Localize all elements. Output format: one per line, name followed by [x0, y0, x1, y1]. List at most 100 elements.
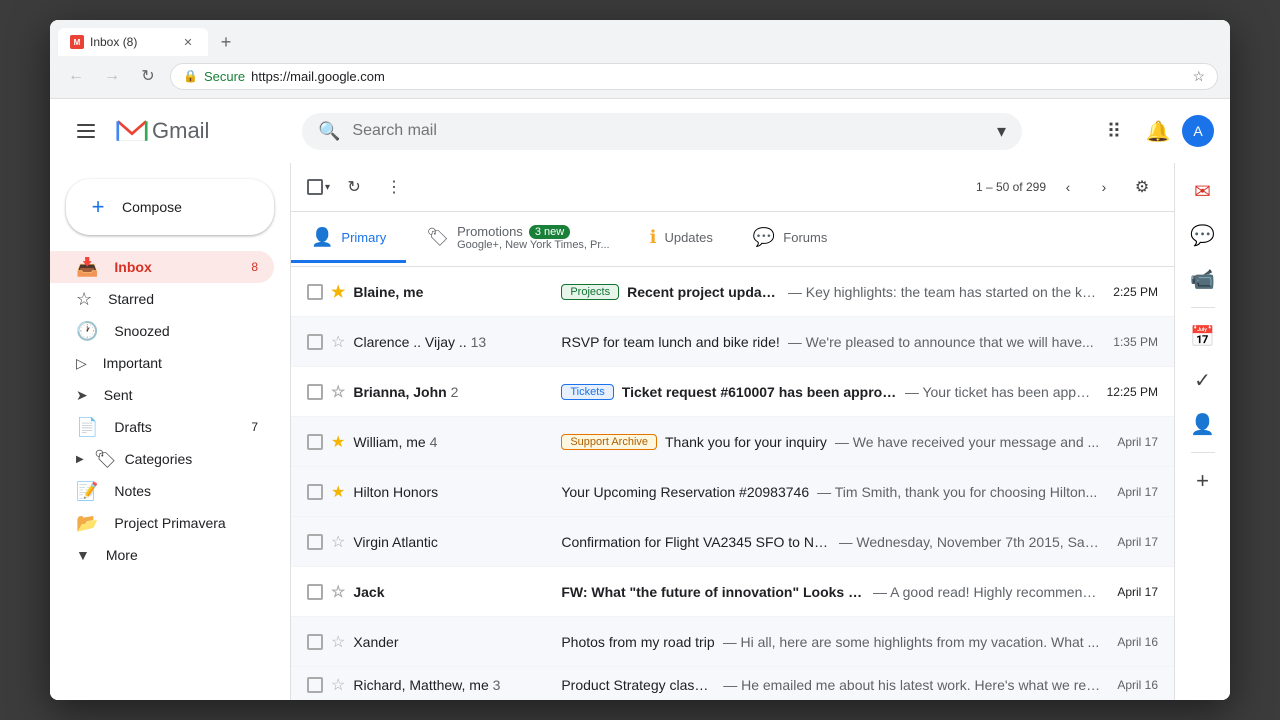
select-all-checkbox[interactable] [307, 179, 323, 195]
gmail-logo-icon [116, 119, 148, 143]
pagination-next[interactable]: › [1090, 173, 1118, 201]
settings-button[interactable]: ⚙ [1126, 171, 1158, 203]
gmail-app-name: Gmail [152, 118, 209, 144]
email-checkbox[interactable] [307, 484, 323, 500]
email-body: Tickets Ticket request #610007 has been … [561, 384, 1090, 400]
sidebar-item-notes[interactable]: 📝 Notes [50, 475, 274, 507]
active-tab[interactable]: M Inbox (8) ✕ [58, 28, 208, 56]
add-app-button[interactable]: + [1183, 461, 1223, 501]
tab-forums[interactable]: 💬 Forums [733, 215, 847, 263]
hamburger-menu[interactable] [66, 111, 106, 151]
star-icon[interactable]: ☆ [331, 632, 345, 652]
email-row[interactable]: ★ William, me 4 Support Archive Thank yo… [291, 417, 1174, 467]
email-sender: William, me 4 [353, 434, 553, 450]
starred-icon: ☆ [76, 289, 92, 310]
tab-primary[interactable]: 👤 Primary [291, 215, 406, 263]
more-options-button[interactable]: ⋮ [378, 171, 410, 203]
inbox-toolbar: ▾ ↻ ⋮ 1 – 50 of 299 ‹ › ⚙ [291, 163, 1174, 212]
calendar-icon[interactable]: 📅 [1183, 316, 1223, 356]
browser-window: M Inbox (8) ✕ + ← → ↻ 🔒 Secure https://m… [50, 20, 1230, 700]
pagination-prev[interactable]: ‹ [1054, 173, 1082, 201]
email-checkbox[interactable] [307, 584, 323, 600]
tasks-icon[interactable]: ✓ [1183, 360, 1223, 400]
select-dropdown-arrow[interactable]: ▾ [325, 182, 330, 193]
tab-title: Inbox (8) [90, 35, 137, 49]
sidebar-item-sent[interactable]: ➤ Sent [50, 379, 274, 411]
email-checkbox[interactable] [307, 384, 323, 400]
url-bar[interactable]: 🔒 Secure https://mail.google.com ☆ [170, 63, 1218, 90]
email-checkbox[interactable] [307, 284, 323, 300]
email-checkbox[interactable] [307, 634, 323, 650]
sidebar-item-more[interactable]: ▼ More [50, 539, 274, 571]
email-body: Product Strategy classes — He emailed me… [561, 677, 1101, 693]
main-content: + Compose 📥 Inbox 8 ☆ Starred [50, 163, 1230, 700]
email-checkbox[interactable] [307, 434, 323, 450]
contacts-icon[interactable]: 👤 [1183, 404, 1223, 444]
search-icon[interactable]: 🔍 [318, 121, 340, 142]
star-icon[interactable]: ☆ [331, 332, 345, 352]
meet-icon[interactable]: 📹 [1183, 259, 1223, 299]
email-subject: FW: What "the future of innovation" Look… [561, 584, 865, 600]
email-checkbox[interactable] [307, 334, 323, 350]
sidebar-item-snoozed[interactable]: 🕐 Snoozed [50, 315, 274, 347]
refresh-button[interactable]: ↻ [338, 171, 370, 203]
email-tag: Projects [561, 284, 619, 300]
sidebar-item-starred[interactable]: ☆ Starred [50, 283, 274, 315]
star-icon[interactable]: ★ [331, 432, 345, 452]
email-row[interactable]: ☆ Clarence .. Vijay .. 13 RSVP for team … [291, 317, 1174, 367]
refresh-button[interactable]: ↻ [134, 62, 162, 90]
email-snippet: — We're pleased to announce that we will… [788, 334, 1094, 350]
sidebar-item-project[interactable]: 📂 Project Primavera [50, 507, 274, 539]
sidebar-more-label: More [106, 547, 138, 563]
email-subject: Product Strategy classes [561, 677, 715, 693]
email-row[interactable]: ★ Blaine, me Projects Recent project upd… [291, 267, 1174, 317]
promotions-badge: 3 new [529, 225, 570, 239]
notes-icon: 📝 [76, 481, 98, 502]
back-button[interactable]: ← [62, 62, 90, 90]
tab-promotions[interactable]: 🏷 Promotions 3 new Google+, New York Tim… [406, 212, 629, 266]
email-row[interactable]: ★ Hilton Honors Your Upcoming Reservatio… [291, 467, 1174, 517]
select-all-wrapper[interactable]: ▾ [307, 179, 330, 195]
email-snippet: — Wednesday, November 7th 2015, San... [839, 534, 1102, 550]
avatar[interactable]: A [1182, 115, 1214, 147]
star-icon[interactable]: ☆ [331, 532, 345, 552]
email-snippet: — Key highlights: the team has started o… [788, 284, 1097, 300]
star-icon[interactable]: ★ [331, 282, 345, 302]
email-tag: Support Archive [561, 434, 657, 450]
email-body: Projects Recent project updates — Key hi… [561, 284, 1097, 300]
gmail-icon[interactable]: ✉ [1183, 171, 1223, 211]
email-checkbox[interactable] [307, 534, 323, 550]
right-sidebar: ✉ 💬 📹 📅 ✓ 👤 + [1174, 163, 1230, 700]
forward-button[interactable]: → [98, 62, 126, 90]
inbox-badge: 8 [251, 260, 258, 274]
tab-close-button[interactable]: ✕ [180, 34, 196, 50]
bookmark-button[interactable]: ☆ [1192, 68, 1205, 85]
email-checkbox[interactable] [307, 677, 323, 693]
sidebar-item-drafts[interactable]: 📄 Drafts 7 [50, 411, 274, 443]
compose-plus-icon: + [86, 195, 110, 219]
email-snippet: — We have received your message and ... [835, 434, 1099, 450]
search-dropdown-button[interactable]: ▾ [997, 121, 1006, 142]
email-row[interactable]: ☆ Xander Photos from my road trip — Hi a… [291, 617, 1174, 667]
star-icon[interactable]: ☆ [331, 382, 345, 402]
email-row[interactable]: ☆ Jack FW: What "the future of innovatio… [291, 567, 1174, 617]
new-tab-button[interactable]: + [212, 28, 240, 56]
compose-button[interactable]: + Compose [66, 179, 274, 235]
sidebar-item-inbox[interactable]: 📥 Inbox 8 [50, 251, 274, 283]
sidebar-item-categories[interactable]: ▶ 🏷 Categories [50, 443, 274, 475]
apps-button[interactable]: ⠿ [1094, 111, 1134, 151]
more-icon: ▼ [76, 547, 90, 563]
sidebar-item-important[interactable]: ▷ Important [50, 347, 274, 379]
search-bar[interactable]: 🔍 ▾ [302, 113, 1022, 150]
star-icon[interactable]: ☆ [331, 582, 345, 602]
chat-icon[interactable]: 💬 [1183, 215, 1223, 255]
tab-updates[interactable]: ℹ Updates [630, 215, 733, 263]
email-row[interactable]: ☆ Virgin Atlantic Confirmation for Fligh… [291, 517, 1174, 567]
star-icon[interactable]: ☆ [331, 675, 345, 695]
tab-bar: M Inbox (8) ✕ + [50, 20, 1230, 56]
email-row[interactable]: ☆ Brianna, John 2 Tickets Ticket request… [291, 367, 1174, 417]
star-icon[interactable]: ★ [331, 482, 345, 502]
notifications-button[interactable]: 🔔 [1138, 111, 1178, 151]
search-input[interactable] [352, 122, 985, 140]
email-row[interactable]: ☆ Richard, Matthew, me 3 Product Strateg… [291, 667, 1174, 700]
